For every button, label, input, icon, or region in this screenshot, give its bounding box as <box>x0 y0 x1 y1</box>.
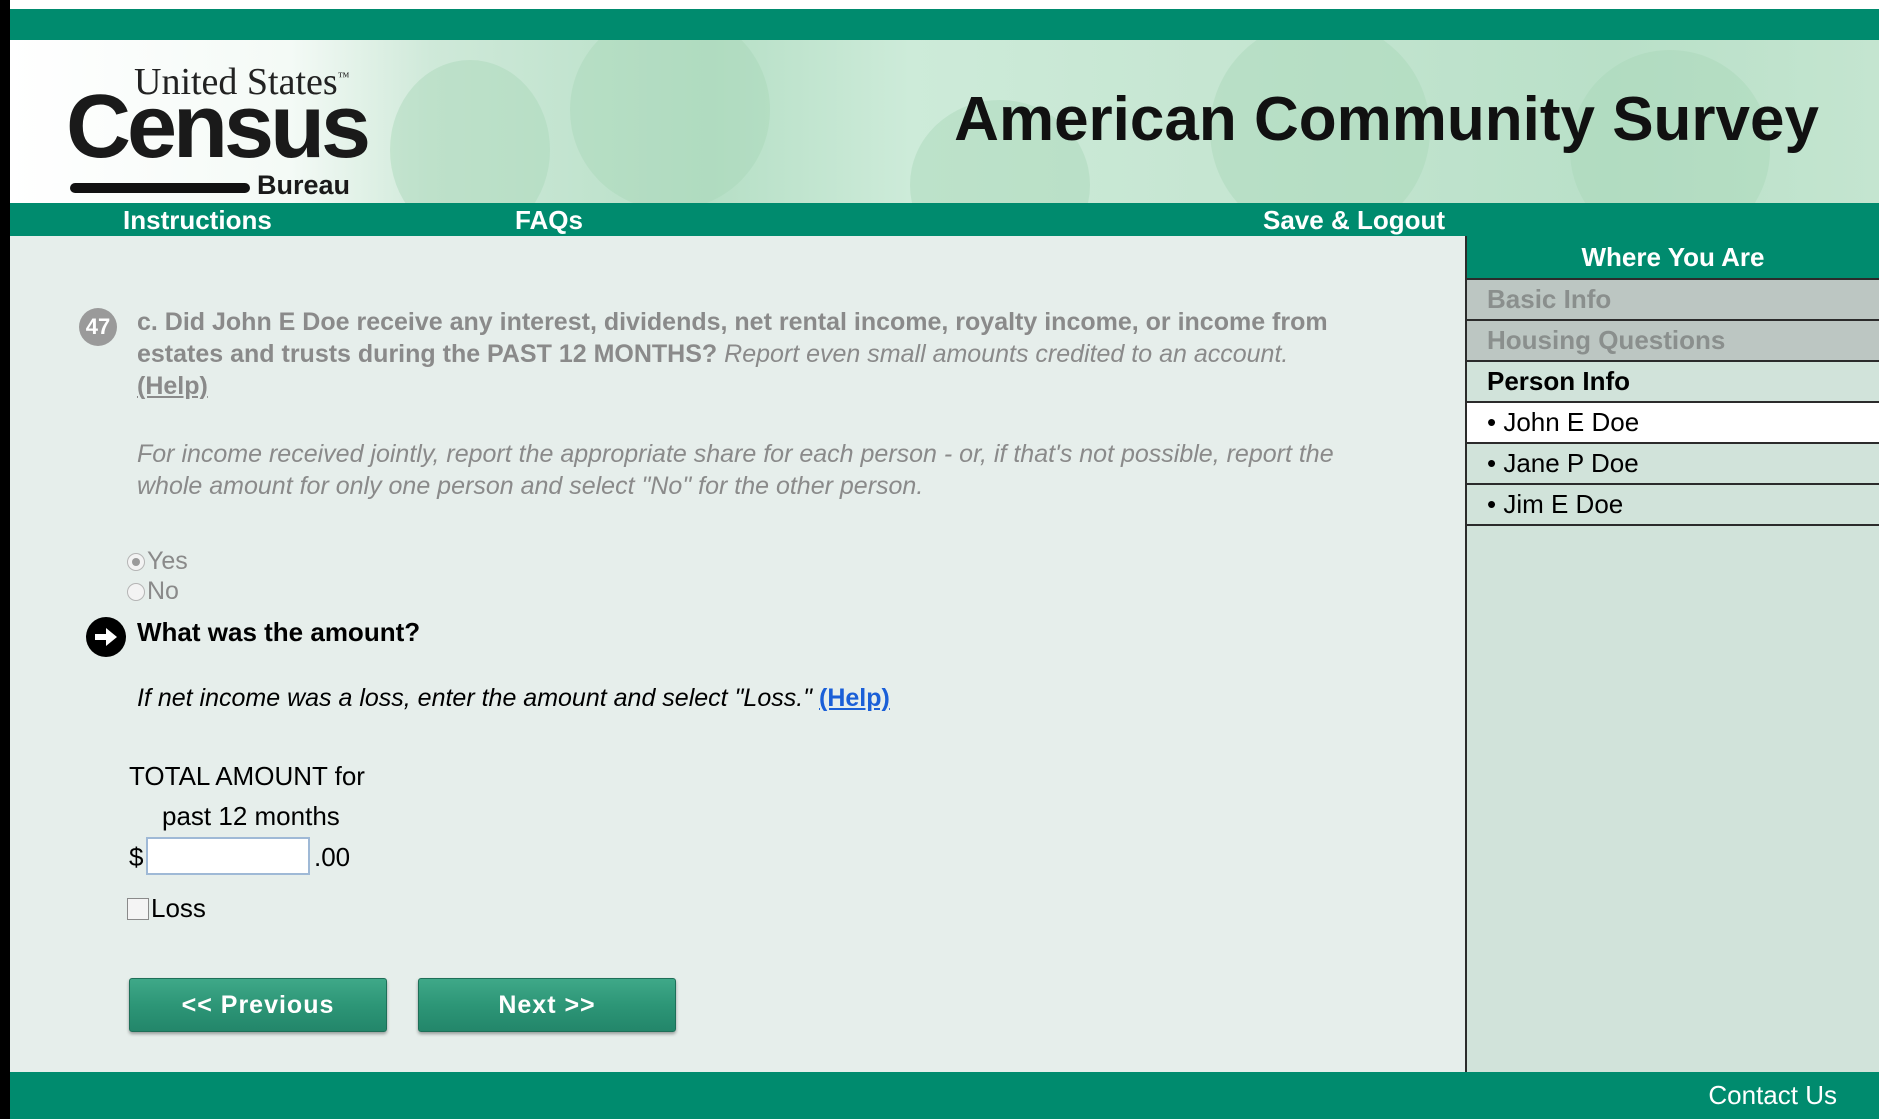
radio-label-no: No <box>147 577 179 605</box>
question-number-badge: 47 <box>79 308 117 346</box>
banner-photo-shape <box>390 60 550 203</box>
logo-census: Census <box>66 77 371 177</box>
footer-bar: Contact Us <box>10 1072 1879 1119</box>
loss-checkbox-row[interactable]: Loss <box>127 893 206 924</box>
currency-symbol: $ <box>129 842 144 872</box>
amount-help-link[interactable]: (Help) <box>819 684 890 712</box>
sidebar-item-person-jane[interactable]: • Jane P Doe <box>1467 444 1879 485</box>
sidebar-item-person-john[interactable]: • John E Doe <box>1467 403 1879 444</box>
radio-label-yes: Yes <box>147 547 188 575</box>
loss-note-text: If net income was a loss, enter the amou… <box>137 684 813 712</box>
total-amount-label-period: past 12 months <box>162 801 340 831</box>
nav-faqs-link[interactable]: FAQs <box>515 205 583 236</box>
total-amount-label: TOTAL AMOUNT for <box>129 761 365 791</box>
loss-note: If net income was a loss, enter the amou… <box>137 684 890 713</box>
question-note: For income received jointly, report the … <box>137 440 1334 500</box>
nav-bar: Instructions FAQs Save & Logout <box>10 203 1879 236</box>
question-text-italic: Report even small amounts credited to an… <box>724 340 1289 368</box>
sidebar-item-basic-info: Basic Info <box>1467 280 1879 321</box>
sidebar-item-housing-questions: Housing Questions <box>1467 321 1879 362</box>
radio-button-no[interactable] <box>127 582 145 601</box>
loss-checkbox-label: Loss <box>151 893 206 923</box>
previous-button[interactable]: << Previous <box>129 978 387 1032</box>
census-logo[interactable]: United States™ Census Bureau <box>66 60 371 200</box>
amount-input[interactable] <box>146 837 310 875</box>
question-text: c. Did John E Doe receive any interest, … <box>137 306 1337 402</box>
next-button[interactable]: Next >> <box>418 978 676 1032</box>
radio-option-no[interactable]: No <box>127 577 179 606</box>
question-help-link[interactable]: (Help) <box>137 372 208 400</box>
sidebar-item-person-info: Person Info <box>1467 362 1879 403</box>
banner-photo-shape <box>570 40 770 203</box>
radio-option-yes[interactable]: Yes <box>127 547 188 576</box>
page: United States™ Census Bureau American Co… <box>0 0 1879 1119</box>
amount-question: What was the amount? <box>137 617 421 647</box>
loss-checkbox[interactable] <box>127 897 149 920</box>
cents-suffix: .00 <box>314 842 351 872</box>
top-bar <box>10 9 1879 40</box>
nav-instructions-link[interactable]: Instructions <box>123 205 272 236</box>
sidebar-item-person-jim[interactable]: • Jim E Doe <box>1467 485 1879 526</box>
left-border <box>0 0 10 1119</box>
header-banner: United States™ Census Bureau American Co… <box>10 40 1879 203</box>
arrow-right-icon <box>86 617 126 657</box>
logo-bureau: Bureau <box>257 170 351 200</box>
page-title: American Community Survey <box>954 85 1819 154</box>
radio-button-yes[interactable] <box>127 552 145 571</box>
sidebar-title: Where You Are <box>1467 236 1879 280</box>
nav-save-logout-link[interactable]: Save & Logout <box>1263 205 1445 236</box>
contact-us-link[interactable]: Contact Us <box>1708 1080 1837 1111</box>
logo-underline <box>70 183 250 193</box>
where-you-are-sidebar: Where You Are Basic Info Housing Questio… <box>1465 236 1879 1072</box>
